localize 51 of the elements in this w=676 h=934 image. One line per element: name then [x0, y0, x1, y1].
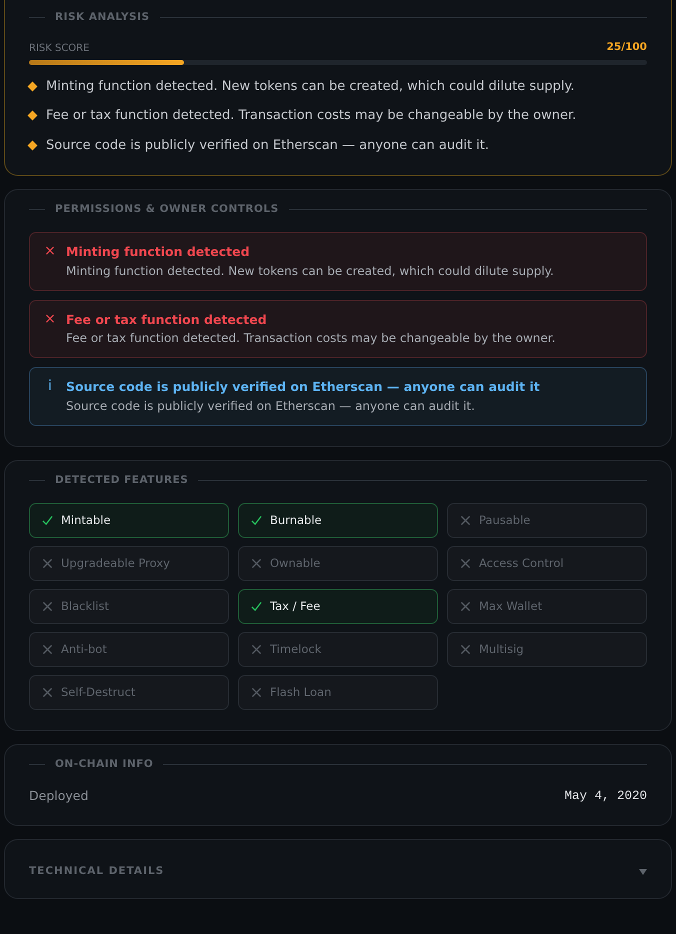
feature-label: Timelock: [270, 640, 322, 658]
cross-icon: ×: [44, 242, 56, 280]
alert-text: Fee or tax function detected. Transaction costs may be changeable by the owner.: [66, 330, 556, 348]
feature-label: Ownable: [270, 554, 320, 572]
cross-icon: [42, 600, 53, 612]
section-title: ON-CHAIN INFO: [55, 756, 154, 772]
risk-score-value: 25/100: [606, 40, 647, 55]
feature-label: Blacklist: [61, 598, 110, 615]
feature-label: Pausable: [479, 512, 530, 529]
cross-icon: [251, 686, 262, 698]
collapsible-panel[interactable]: TECHNICAL DETAILS: [4, 839, 672, 899]
cross-icon: [42, 644, 53, 655]
cross-icon: [251, 558, 262, 569]
alert-title: Source code is publicly verified on Etherscan — anyone can audit it: [66, 378, 540, 396]
alert-title: Minting function detected: [66, 242, 251, 261]
cross-icon: [460, 600, 471, 612]
alert-title: Fee or tax function detected: [66, 310, 268, 328]
section-title: PERMISSIONS & OWNER CONTROLS: [55, 202, 279, 217]
info-value: May 4, 2020: [564, 788, 647, 804]
cross-icon: [460, 558, 471, 569]
feature-label: Access Control: [479, 554, 564, 572]
feature-label: Max Wallet: [479, 598, 542, 615]
feature-label: Upgradeable Proxy: [61, 554, 170, 572]
risk-score-label: RISK SCORE: [29, 42, 90, 56]
risk-note: Minting function detected. New tokens can be created, which could dilute supply.: [46, 78, 575, 96]
feature-label: Mintable: [61, 512, 111, 529]
alert-text: Source code is publicly verified on Etherscan — anyone can audit it.: [66, 398, 476, 415]
check-icon: [251, 600, 262, 612]
cross-icon: [460, 514, 471, 526]
risk-note: Source code is publicly verified on Etherscan — anyone can audit it.: [46, 136, 490, 154]
feature-label: Tax / Fee: [270, 598, 320, 615]
info-icon: i: [44, 378, 56, 415]
cross-icon: ×: [44, 310, 56, 348]
risk-note: Fee or tax function detected. Transaction costs may be changeable by the owner.: [46, 107, 576, 125]
feature-label: Burnable: [270, 512, 322, 529]
cross-icon: [42, 558, 53, 569]
cross-icon: [251, 644, 262, 655]
feature-label: Anti-bot: [61, 640, 107, 658]
feature-label: Multisig: [479, 640, 524, 658]
info-label: Deployed: [29, 786, 88, 805]
caret-icon[interactable]: [639, 869, 647, 876]
section-title: DETECTED FEATURES: [55, 473, 188, 488]
cross-icon: [42, 686, 53, 698]
check-icon: [42, 514, 53, 526]
cross-icon: [460, 644, 471, 655]
check-icon: [251, 514, 262, 526]
section-title: TECHNICAL DETAILS: [29, 864, 164, 880]
section-title: RISK ANALYSIS: [55, 10, 150, 25]
feature-label: Flash Loan: [270, 684, 332, 701]
alert-text: Minting function detected. New tokens can be created, which could dilute supply.: [66, 262, 554, 280]
feature-label: Self-Destruct: [61, 684, 136, 701]
